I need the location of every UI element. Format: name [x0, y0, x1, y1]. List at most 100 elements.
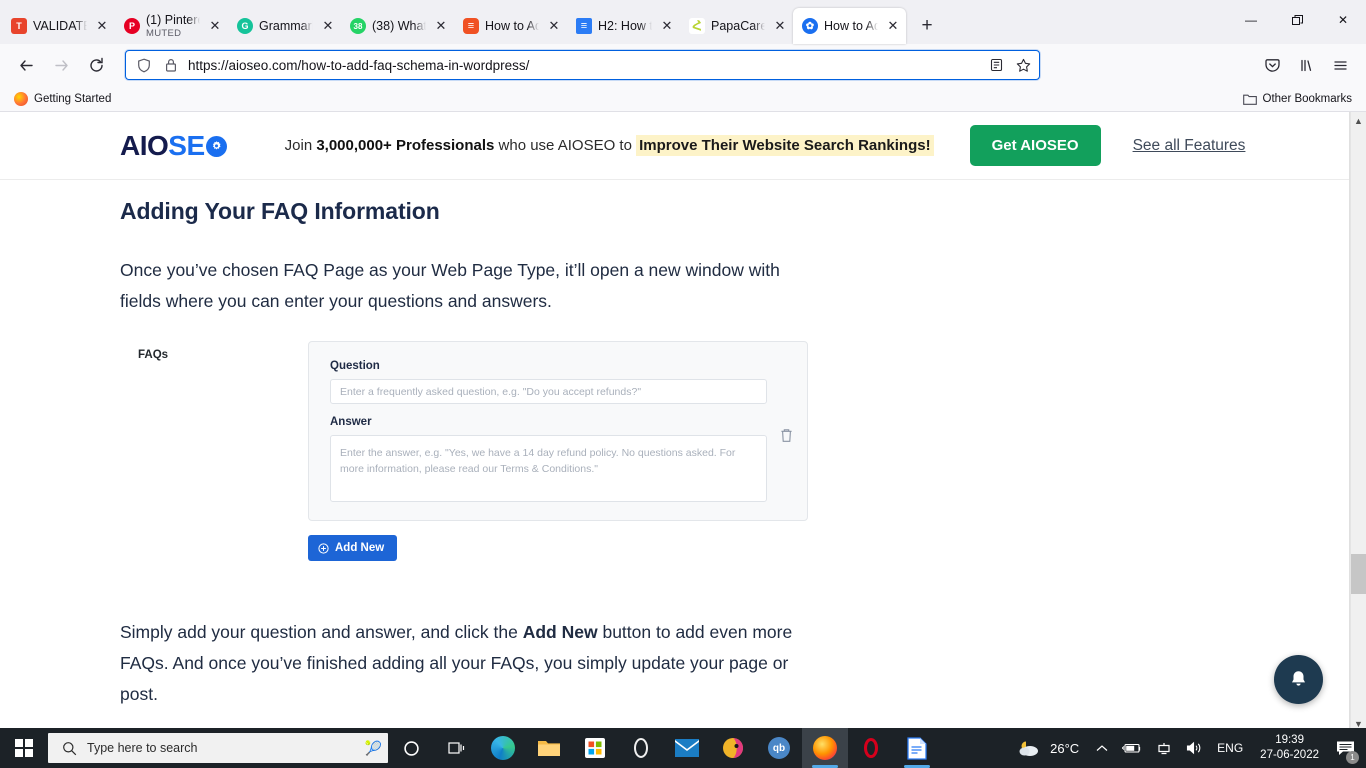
vertical-scrollbar[interactable]: ▲ ▼ — [1350, 112, 1366, 732]
clock-date: 27-06-2022 — [1260, 749, 1319, 761]
logo-part-a: AIO — [120, 129, 169, 161]
close-button[interactable]: ✕ — [1320, 0, 1366, 40]
tab-title: VALIDATE Synonyms — [33, 18, 87, 33]
tab-title: Grammarly — [259, 18, 313, 33]
other-bookmarks-folder[interactable]: Other Bookmarks — [1242, 93, 1352, 105]
tab-title: How to Add FAQ — [485, 18, 539, 33]
notification-bell-icon — [1287, 668, 1310, 691]
aioseo-icon: ≡ — [463, 18, 479, 34]
tutor-icon: T — [11, 18, 27, 34]
tab-close-button[interactable]: ✕ — [884, 17, 902, 35]
address-bar[interactable]: https://aioseo.com/how-to-add-faq-schema… — [125, 50, 1040, 80]
promo-text-pre: Join — [284, 137, 317, 154]
new-tab-button[interactable]: + — [912, 11, 942, 41]
answer-label: Answer — [330, 416, 372, 428]
navigation-toolbar: https://aioseo.com/how-to-add-faq-schema… — [0, 44, 1366, 86]
tab-close-button[interactable]: ✕ — [771, 17, 789, 35]
tab-close-button[interactable]: ✕ — [319, 17, 337, 35]
tab-close-button[interactable]: ✕ — [545, 17, 563, 35]
taskbar-clock[interactable]: 19:39 27-06-2022 — [1250, 733, 1329, 763]
promo-text: Join 3,000,000+ Professionals who use AI… — [284, 135, 934, 156]
quickbooks-icon[interactable]: qb — [756, 728, 802, 768]
scrollbar-thumb[interactable] — [1350, 554, 1366, 594]
partly-cloudy-night-icon — [1017, 738, 1042, 758]
aioseo-logo[interactable]: AIO SE — [120, 130, 227, 162]
question-input[interactable]: Enter a frequently asked question, e.g. … — [330, 379, 767, 404]
scroll-up-arrow-icon[interactable]: ▲ — [1351, 112, 1366, 129]
browser-tab-8-active[interactable]: ✿ How to Add FAQ ✕ — [793, 8, 906, 44]
show-hidden-icons-icon[interactable] — [1089, 728, 1115, 768]
start-icon[interactable] — [0, 728, 48, 768]
battery-icon[interactable] — [1115, 728, 1149, 768]
pocket-icon[interactable] — [1256, 49, 1288, 81]
volume-icon[interactable] — [1179, 728, 1210, 768]
task-view-icon[interactable] — [434, 728, 480, 768]
search-illustration-icon: 🎾 — [364, 739, 382, 756]
system-tray: 26°C ENG 19:39 27-06-2022 1 — [1011, 728, 1366, 768]
article-paragraph-1: Once you’ve chosen FAQ Page as your Web … — [120, 260, 780, 311]
camtasia-icon[interactable] — [710, 728, 756, 768]
lock-icon[interactable] — [161, 55, 181, 75]
browser-tab-6[interactable]: ≡ H2: How to Add ✕ — [567, 8, 680, 44]
add-new-button[interactable]: Add New — [308, 535, 398, 561]
reload-icon[interactable] — [80, 49, 112, 81]
tab-title: H2: How to Add — [598, 18, 652, 33]
microsoft-edge-icon[interactable] — [480, 728, 526, 768]
wps-writer-icon[interactable] — [894, 728, 940, 768]
action-center-icon[interactable]: 1 — [1329, 728, 1362, 768]
language-indicator[interactable]: ENG — [1210, 728, 1250, 768]
browser-tab-3[interactable]: G Grammarly ✕ — [228, 8, 341, 44]
folder-icon — [1242, 93, 1257, 105]
tab-close-button[interactable]: ✕ — [93, 17, 111, 35]
tab-strip: T VALIDATE Synonyms ✕ P (1) Pinterest MU… — [0, 0, 1366, 44]
back-arrow-icon[interactable] — [10, 49, 42, 81]
answer-input[interactable]: Enter the answer, e.g. "Yes, we have a 1… — [330, 435, 767, 502]
bookmark-getting-started[interactable]: Getting Started — [14, 91, 111, 106]
notification-bell-button[interactable] — [1274, 655, 1323, 704]
browser-tab-7[interactable]: Հ PapaCare+ | Leav ✕ — [680, 8, 793, 44]
faq-item-card: Question Enter a frequently asked questi… — [308, 341, 808, 521]
minimize-button[interactable]: — — [1228, 0, 1274, 40]
site-promo-banner: AIO SE Join 3,000,000+ Professionals who … — [0, 112, 1350, 180]
search-input[interactable]: Type here to search 🎾 — [48, 733, 388, 763]
cortana-icon[interactable] — [388, 728, 434, 768]
reader-view-icon[interactable] — [986, 55, 1006, 75]
plus-circle-icon — [318, 542, 329, 554]
paragraph-2-pre: Simply add your question and answer, and… — [120, 622, 523, 642]
forward-arrow-icon[interactable] — [45, 49, 77, 81]
browser-tab-2[interactable]: P (1) Pinterest MUTED ✕ — [115, 8, 228, 44]
add-new-label: Add New — [335, 542, 385, 554]
star-icon[interactable] — [1013, 55, 1033, 75]
search-placeholder: Type here to search — [87, 741, 198, 755]
tab-close-button[interactable]: ✕ — [658, 17, 676, 35]
browser-tab-5[interactable]: ≡ How to Add FAQ ✕ — [454, 8, 567, 44]
hamburger-menu-icon[interactable] — [1324, 49, 1356, 81]
toolbar-end-buttons — [1256, 49, 1356, 81]
firefox-icon[interactable] — [802, 728, 848, 768]
get-aioseo-button[interactable]: Get AIOSEO — [969, 125, 1101, 166]
opera-icon[interactable] — [618, 728, 664, 768]
see-all-features-link[interactable]: See all Features — [1133, 137, 1246, 155]
microsoft-store-icon[interactable] — [572, 728, 618, 768]
tab-title: How to Add FAQ — [824, 18, 878, 33]
clock-time: 19:39 — [1275, 734, 1304, 746]
tab-close-button[interactable]: ✕ — [206, 17, 224, 35]
scrollbar-track[interactable] — [1350, 129, 1366, 715]
promo-text-highlight: Improve Their Website Search Rankings! — [636, 135, 934, 156]
weather-widget[interactable]: 26°C — [1011, 738, 1089, 758]
browser-tab-4[interactable]: 38 (38) WhatsApp ✕ — [341, 8, 454, 44]
library-icon[interactable] — [1290, 49, 1322, 81]
page-title: Adding Your FAQ Information — [120, 198, 440, 224]
network-icon[interactable] — [1149, 728, 1179, 768]
browser-tab-1[interactable]: T VALIDATE Synonyms ✕ — [2, 8, 115, 44]
grammarly-icon: G — [237, 18, 253, 34]
url-text[interactable]: https://aioseo.com/how-to-add-faq-schema… — [188, 58, 979, 73]
file-explorer-icon[interactable] — [526, 728, 572, 768]
mail-icon[interactable] — [664, 728, 710, 768]
opera-gx-icon[interactable] — [848, 728, 894, 768]
faqs-field-label: FAQs — [138, 349, 169, 361]
shield-icon[interactable] — [134, 55, 154, 75]
maximize-button[interactable] — [1274, 0, 1320, 40]
trash-icon[interactable] — [780, 428, 793, 443]
tab-close-button[interactable]: ✕ — [432, 17, 450, 35]
